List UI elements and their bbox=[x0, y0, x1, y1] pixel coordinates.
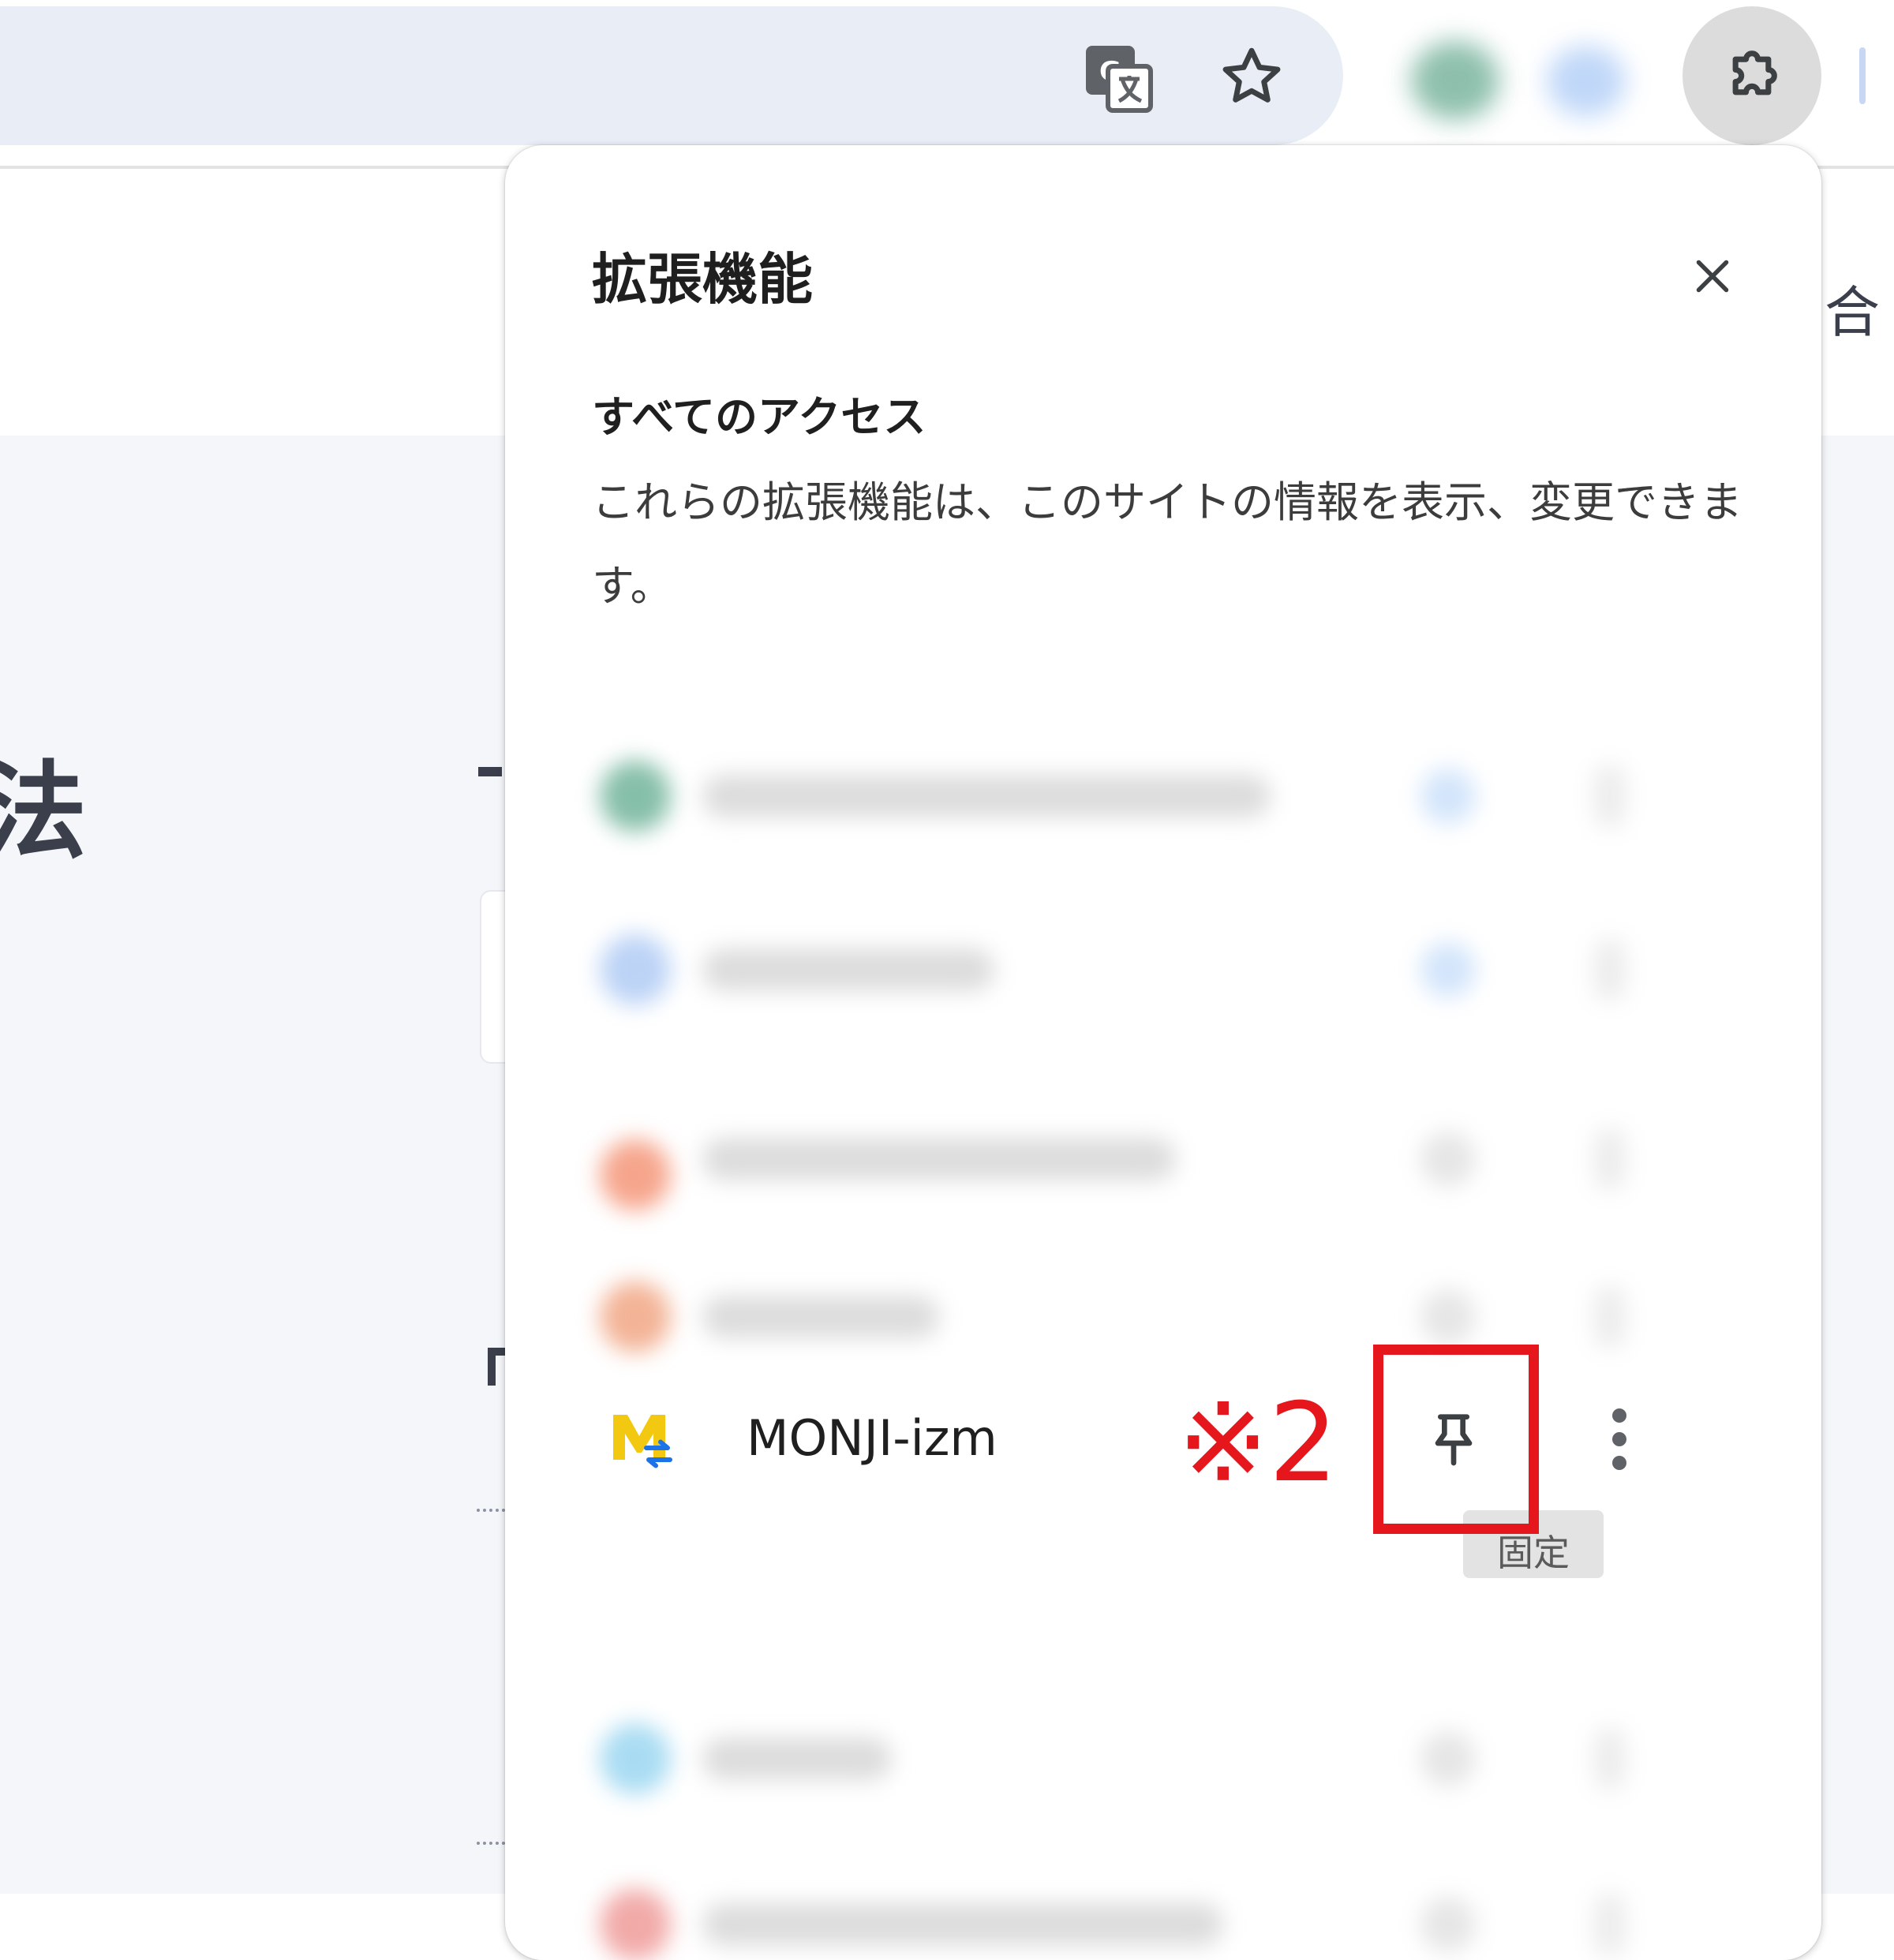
more-vert-icon[interactable] bbox=[1594, 1727, 1626, 1790]
monji-izm-icon bbox=[606, 1403, 677, 1474]
extension-name-blurred bbox=[702, 775, 1271, 817]
more-vert-icon[interactable] bbox=[1594, 938, 1626, 1001]
more-vert-icon[interactable] bbox=[1594, 1893, 1626, 1956]
translate-icon[interactable]: G bbox=[1080, 39, 1158, 118]
extension-row-blurred[interactable] bbox=[560, 1092, 1760, 1226]
star-icon[interactable] bbox=[1212, 38, 1291, 117]
pin-icon[interactable] bbox=[1420, 1897, 1476, 1952]
extension-icon bbox=[600, 1723, 671, 1794]
more-vert-icon[interactable] bbox=[1594, 1285, 1626, 1348]
extension-icon bbox=[600, 1281, 671, 1352]
more-vert-icon[interactable] bbox=[1594, 765, 1626, 828]
pin-icon[interactable] bbox=[1420, 1289, 1476, 1345]
page-heading: 法 bbox=[0, 750, 88, 873]
extension-row-monji-izm[interactable]: MONJI-izm bbox=[560, 1360, 1760, 1518]
toolbar-edge bbox=[1859, 47, 1866, 104]
extension-icon bbox=[600, 1889, 671, 1960]
extensions-puzzle-icon[interactable] bbox=[1683, 6, 1821, 145]
extension-icon bbox=[600, 1139, 671, 1210]
more-vert-icon[interactable] bbox=[1594, 1128, 1626, 1191]
extension-name-blurred bbox=[702, 948, 994, 991]
extension-name-blurred bbox=[702, 1138, 1176, 1180]
annotation-label: ※2 bbox=[1177, 1379, 1338, 1506]
pin-icon[interactable] bbox=[1420, 769, 1476, 824]
close-icon[interactable] bbox=[1675, 238, 1750, 314]
pin-icon[interactable] bbox=[1420, 1731, 1476, 1786]
extension-icon bbox=[600, 934, 671, 1005]
pinned-extension-icon[interactable] bbox=[1411, 41, 1499, 120]
extensions-popup: 拡張機能 すべてのアクセス これらの拡張機能は、このサイトの情報を表示、変更でき… bbox=[505, 145, 1821, 1960]
extension-name-blurred bbox=[702, 1737, 892, 1780]
extension-name: MONJI-izm bbox=[747, 1409, 998, 1467]
section-title: すべてのアクセス bbox=[592, 392, 926, 442]
extension-row-blurred[interactable] bbox=[560, 903, 1760, 1037]
extension-name-blurred bbox=[702, 1903, 1223, 1946]
extension-name-blurred bbox=[702, 1296, 939, 1338]
annotation-highlight-box bbox=[1373, 1345, 1539, 1534]
page-text-fragment bbox=[478, 767, 502, 776]
section-description: これらの拡張機能は、このサイトの情報を表示、変更できます。 bbox=[592, 477, 1742, 611]
extension-row-blurred[interactable] bbox=[560, 1692, 1760, 1826]
extension-icon bbox=[600, 761, 671, 832]
page-side-text: 合 bbox=[1825, 280, 1880, 345]
page-divider bbox=[477, 1842, 505, 1845]
popup-title: 拡張機能 bbox=[592, 247, 813, 312]
pin-icon[interactable] bbox=[1420, 942, 1476, 997]
more-vert-icon[interactable] bbox=[1578, 1398, 1660, 1480]
page-divider bbox=[477, 1509, 505, 1512]
extension-row-blurred[interactable] bbox=[560, 1857, 1760, 1960]
pin-icon[interactable] bbox=[1420, 1131, 1476, 1187]
extension-row-blurred[interactable] bbox=[560, 729, 1760, 863]
pinned-extension-icon[interactable] bbox=[1547, 46, 1626, 117]
